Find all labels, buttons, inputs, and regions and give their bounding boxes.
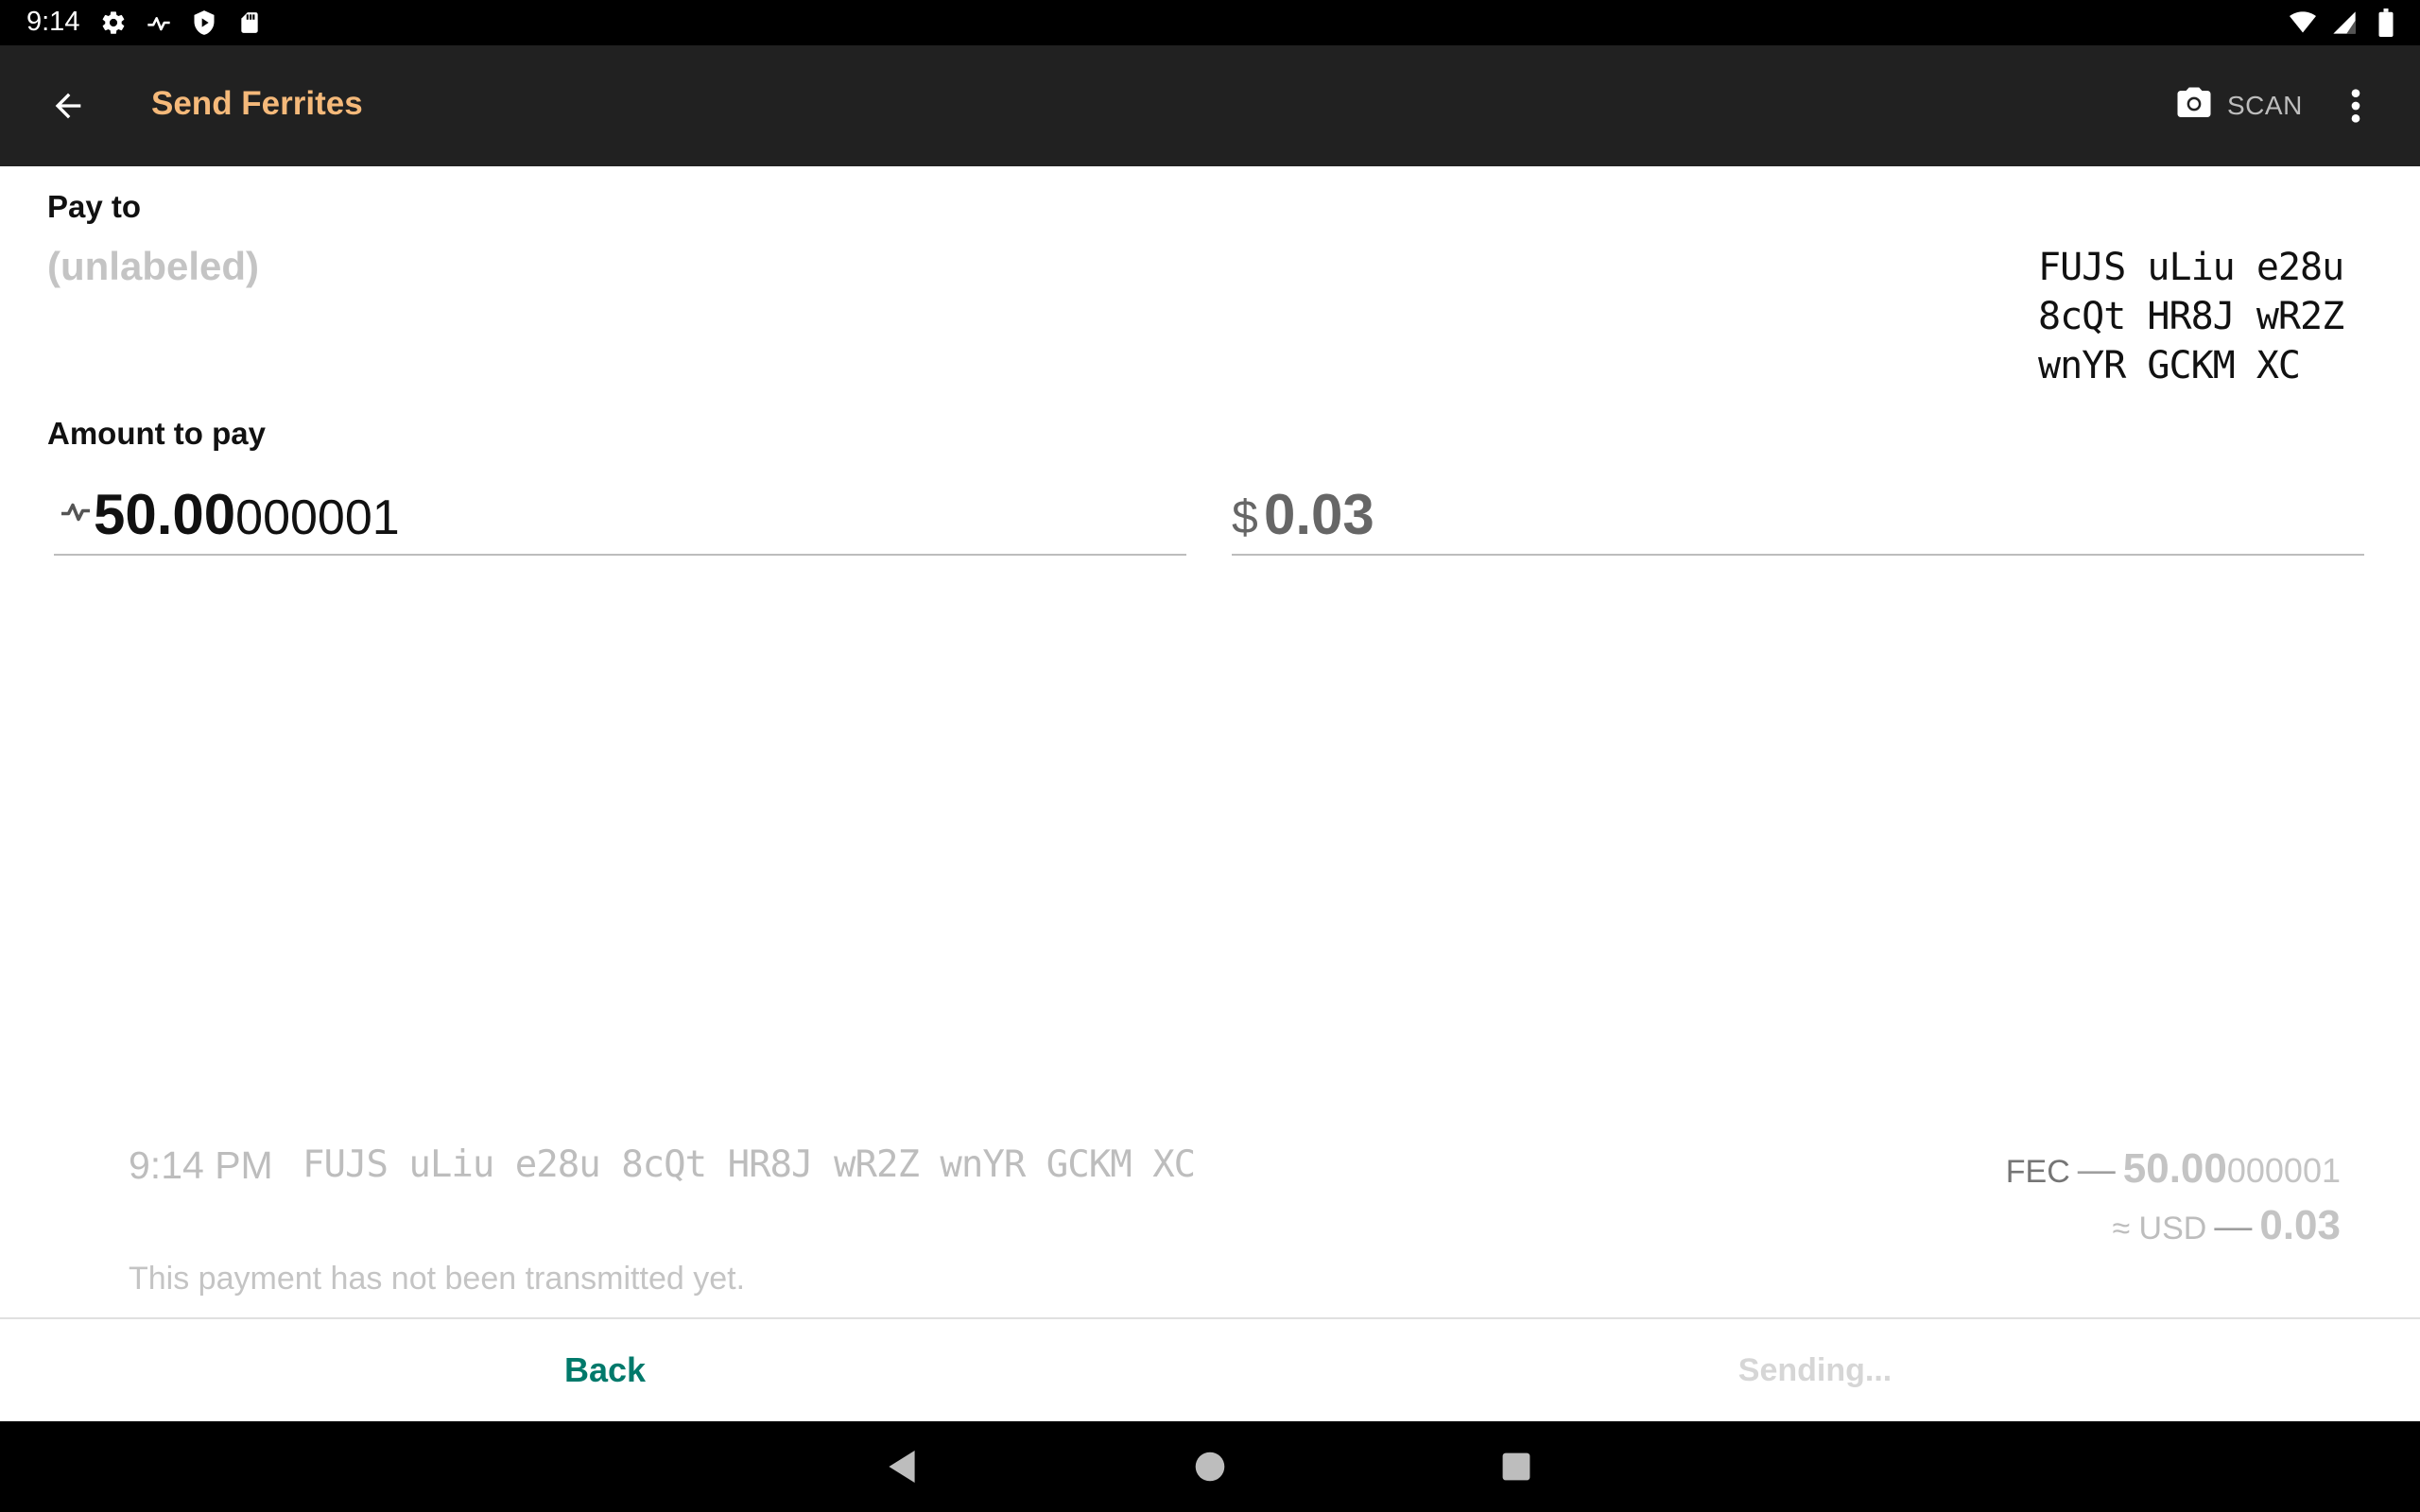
more-vert-icon[interactable] xyxy=(2337,81,2375,130)
app-bar: Send Ferrites SCAN xyxy=(0,45,2420,166)
fiat-amount-input[interactable]: $ 0.03 xyxy=(1232,472,2364,556)
address-line: 8cQt HR8J wR2Z xyxy=(2038,295,2344,338)
ferrite-icon xyxy=(144,8,174,38)
scan-label: SCAN xyxy=(2227,91,2303,120)
transaction-status-note: This payment has not been transmitted ye… xyxy=(129,1261,746,1297)
fiat-symbol: $ xyxy=(1232,490,1258,543)
nav-home-icon[interactable] xyxy=(1187,1444,1233,1489)
battery-icon xyxy=(2371,8,2401,38)
status-icons-left xyxy=(98,8,265,38)
arrow-back-icon[interactable] xyxy=(38,83,98,129)
coin-amount-value: 50.00000001 xyxy=(94,482,400,547)
scan-button[interactable]: SCAN xyxy=(2174,81,2303,130)
status-icons-right xyxy=(2288,8,2401,38)
transaction-fiat-label: ≈ USD xyxy=(2112,1211,2207,1246)
coin-amount-precision: 000001 xyxy=(235,490,400,545)
shield-icon xyxy=(189,8,219,38)
navigation-bar xyxy=(0,1421,2420,1512)
transaction-fiat-value: 0.03 xyxy=(2259,1202,2341,1248)
status-time: 9:14 xyxy=(26,7,80,37)
transaction-time: 9:14 PM xyxy=(129,1143,273,1187)
coin-amount-main: 50.00 xyxy=(94,483,236,546)
ferrite-symbol-icon xyxy=(59,495,93,529)
transaction-amount-precision: 000001 xyxy=(2226,1151,2341,1190)
page-title: Send Ferrites xyxy=(151,85,363,122)
sending-button: Sending... xyxy=(1737,1351,1893,1388)
back-button[interactable]: Back xyxy=(0,1319,1210,1421)
recipient-label: (unlabeled) xyxy=(47,244,260,288)
transaction-amount-value: 50.00000001 xyxy=(2123,1145,2341,1193)
address-line: FUJS uLiu e28u xyxy=(2038,246,2344,289)
coin-amount-input[interactable]: 50.00000001 xyxy=(54,472,1186,556)
settings-icon xyxy=(98,8,129,38)
wifi-icon xyxy=(2288,8,2318,38)
transaction-fiat: ≈ USD — 0.03 xyxy=(2112,1202,2341,1249)
transaction-sign: — xyxy=(2077,1149,2116,1191)
amount-label: Amount to pay xyxy=(47,416,266,451)
camera-icon xyxy=(2174,84,2214,129)
nav-back-icon[interactable] xyxy=(879,1444,925,1489)
pay-to-label: Pay to xyxy=(47,189,142,224)
signal-icon xyxy=(2329,8,2360,38)
fiat-amount-value: 0.03 xyxy=(1264,483,1374,546)
transaction-currency: FEC xyxy=(2005,1154,2070,1190)
transaction-fiat-sign: — xyxy=(2214,1206,2253,1247)
transaction-address: FUJS uLiu e28u 8cQt HR8J wR2Z wnYR GCKM … xyxy=(302,1143,1196,1186)
nav-recents-icon[interactable] xyxy=(1494,1444,1539,1489)
address-line: wnYR GCKM XC xyxy=(2038,344,2301,387)
transaction-amount-main: 50.00 xyxy=(2122,1145,2227,1192)
recipient-address: FUJS uLiu e28u 8cQt HR8J wR2Z wnYR GCKM … xyxy=(2038,243,2360,390)
sd-card-icon xyxy=(234,8,265,38)
status-bar: 9:14 xyxy=(0,0,2420,45)
transaction-amount: FEC — 50.00000001 xyxy=(2006,1145,2341,1193)
